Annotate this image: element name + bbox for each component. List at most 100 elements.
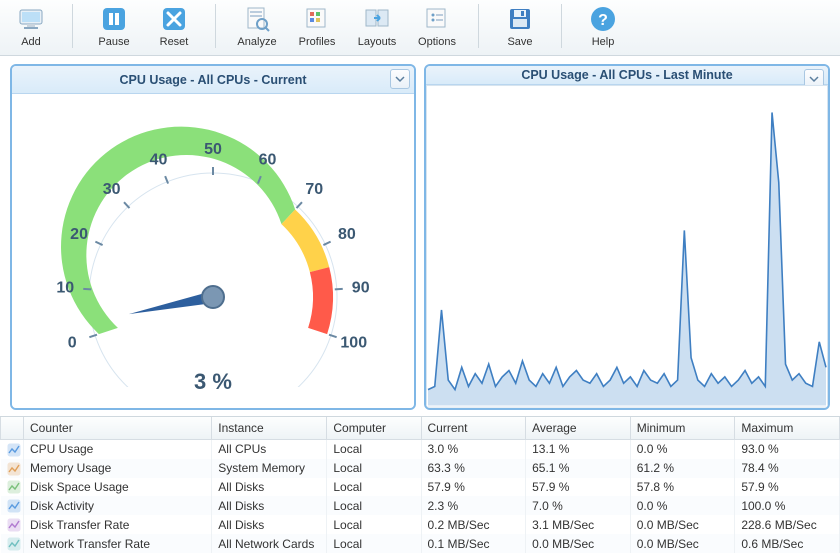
reset-button[interactable]: Reset	[151, 2, 197, 48]
svg-text:0: 0	[68, 335, 77, 352]
pause-label: Pause	[98, 36, 129, 48]
help-label: Help	[592, 36, 615, 48]
analyze-icon	[242, 4, 272, 34]
linechart-panel: CPU Usage - All CPUs - Last Minute	[424, 64, 830, 410]
counters-grid: Counter Instance Computer Current Averag…	[0, 416, 840, 560]
cell-counter: Disk Space Usage	[24, 478, 212, 497]
help-button[interactable]: ? Help	[580, 2, 626, 48]
cell-maximum: 78.4 %	[735, 459, 840, 478]
linechart-panel-title: CPU Usage - All CPUs - Last Minute	[521, 68, 732, 82]
cell-maximum: 100.0 %	[735, 496, 840, 515]
table-row[interactable]: Disk ActivityAll DisksLocal2.3 %7.0 %0.0…	[1, 496, 840, 515]
profiles-icon	[302, 4, 332, 34]
save-icon	[505, 4, 535, 34]
cell-minimum: 0.0 %	[630, 440, 735, 459]
row-icon-cell	[1, 459, 24, 478]
table-row[interactable]: Network Transfer RateAll Network CardsLo…	[1, 534, 840, 553]
col-header-computer[interactable]: Computer	[327, 417, 421, 440]
cell-counter: Disk Activity	[24, 496, 212, 515]
toolbar-separator	[478, 4, 479, 48]
gauge-panel-menu-button[interactable]	[390, 69, 410, 89]
col-header-instance[interactable]: Instance	[212, 417, 327, 440]
profiles-button[interactable]: Profiles	[294, 2, 340, 48]
cell-average: 7.0 %	[526, 496, 631, 515]
help-icon: ?	[588, 4, 618, 34]
monitor-add-icon	[16, 4, 46, 34]
svg-text:20: 20	[70, 226, 88, 243]
gauge-value-label: 3 %	[194, 369, 232, 395]
gauge-panel-body: 0102030405060708090100 3 %	[12, 94, 414, 408]
analyze-button[interactable]: Analyze	[234, 2, 280, 48]
cell-current: 2.3 %	[421, 496, 526, 515]
table-row[interactable]: Disk Transfer RateAll DisksLocal0.2 MB/S…	[1, 515, 840, 534]
cell-instance: All Disks	[212, 496, 327, 515]
col-header-current[interactable]: Current	[421, 417, 526, 440]
table-header-row: Counter Instance Computer Current Averag…	[1, 417, 840, 440]
counter-icon	[7, 537, 21, 551]
row-icon-cell	[1, 534, 24, 553]
linechart-panel-body	[426, 85, 828, 408]
reset-icon	[159, 4, 189, 34]
save-button[interactable]: Save	[497, 2, 543, 48]
table-row[interactable]: Memory UsageSystem MemoryLocal63.3 %65.1…	[1, 459, 840, 478]
gauge-panel-header: CPU Usage - All CPUs - Current	[12, 66, 414, 94]
profiles-label: Profiles	[299, 36, 336, 48]
cell-computer: Local	[327, 478, 421, 497]
line-chart	[426, 85, 828, 408]
cell-instance: All CPUs	[212, 440, 327, 459]
cell-instance: All Network Cards	[212, 534, 327, 553]
add-button[interactable]: Add	[8, 2, 54, 48]
pause-icon	[99, 4, 129, 34]
svg-text:30: 30	[103, 181, 121, 198]
cell-counter: CPU Usage	[24, 440, 212, 459]
cell-minimum: 61.2 %	[630, 459, 735, 478]
cell-computer: Local	[327, 534, 421, 553]
row-icon-cell	[1, 515, 24, 534]
svg-text:90: 90	[352, 280, 370, 297]
toolbar-separator	[72, 4, 73, 48]
col-header-maximum[interactable]: Maximum	[735, 417, 840, 440]
cell-minimum: 0.0 MB/Sec	[630, 534, 735, 553]
gauge-chart: 0102030405060708090100	[33, 107, 393, 387]
svg-text:40: 40	[150, 151, 168, 168]
svg-text:70: 70	[305, 181, 323, 198]
col-header-minimum[interactable]: Minimum	[630, 417, 735, 440]
cell-maximum: 228.6 MB/Sec	[735, 515, 840, 534]
toolbar: Add Pause Reset	[0, 0, 840, 56]
layouts-button[interactable]: Layouts	[354, 2, 400, 48]
counter-icon	[7, 499, 21, 513]
cell-average: 3.1 MB/Sec	[526, 515, 631, 534]
row-icon-cell	[1, 440, 24, 459]
table-row[interactable]: Disk Space UsageAll DisksLocal57.9 %57.9…	[1, 478, 840, 497]
options-button[interactable]: Options	[414, 2, 460, 48]
counter-icon	[7, 443, 21, 457]
svg-text:?: ?	[598, 12, 608, 29]
layouts-label: Layouts	[358, 36, 397, 48]
cell-maximum: 93.0 %	[735, 440, 840, 459]
row-icon-cell	[1, 478, 24, 497]
cell-current: 3.0 %	[421, 440, 526, 459]
cell-current: 57.9 %	[421, 478, 526, 497]
options-icon	[422, 4, 452, 34]
layouts-icon	[362, 4, 392, 34]
col-header-icon[interactable]	[1, 417, 24, 440]
cell-maximum: 0.6 MB/Sec	[735, 534, 840, 553]
col-header-average[interactable]: Average	[526, 417, 631, 440]
pause-button[interactable]: Pause	[91, 2, 137, 48]
cell-computer: Local	[327, 459, 421, 478]
cell-computer: Local	[327, 515, 421, 534]
panels-row: CPU Usage - All CPUs - Current 010203040…	[0, 56, 840, 416]
cell-minimum: 57.8 %	[630, 478, 735, 497]
cell-computer: Local	[327, 440, 421, 459]
svg-text:50: 50	[204, 141, 222, 158]
toolbar-separator	[215, 4, 216, 48]
reset-label: Reset	[160, 36, 189, 48]
chevron-down-icon	[395, 74, 405, 84]
cell-counter: Disk Transfer Rate	[24, 515, 212, 534]
table-row[interactable]: CPU UsageAll CPUsLocal3.0 %13.1 %0.0 %93…	[1, 440, 840, 459]
col-header-counter[interactable]: Counter	[24, 417, 212, 440]
counter-icon	[7, 518, 21, 532]
cell-instance: All Disks	[212, 515, 327, 534]
svg-text:100: 100	[340, 335, 367, 352]
cell-counter: Network Transfer Rate	[24, 534, 212, 553]
